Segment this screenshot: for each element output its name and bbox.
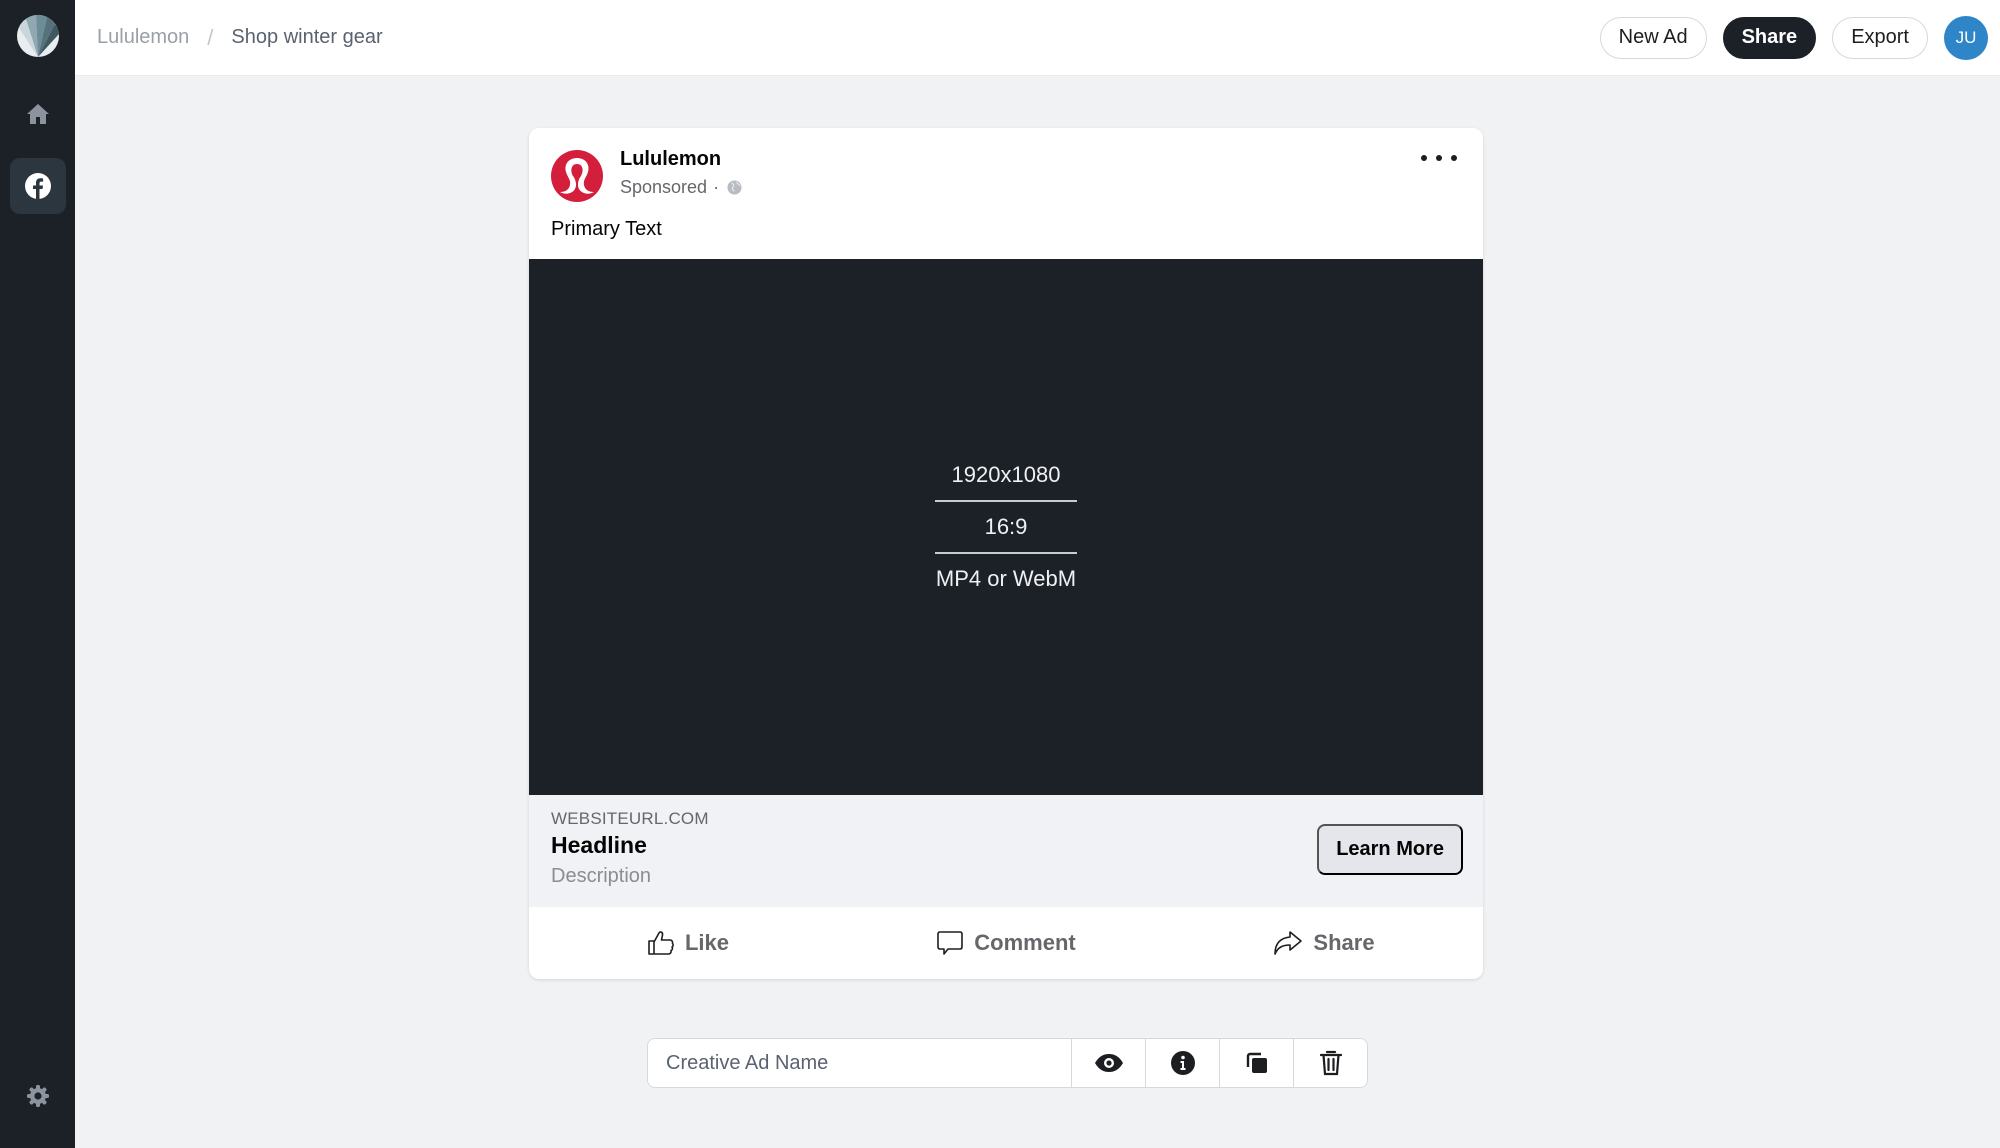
- comment-icon: [937, 931, 964, 955]
- info-button[interactable]: [1145, 1039, 1219, 1087]
- info-icon: [1170, 1051, 1195, 1075]
- sidebar-item-settings[interactable]: [10, 1068, 66, 1124]
- sponsored-separator: ·: [713, 177, 720, 197]
- description[interactable]: Description: [551, 865, 651, 888]
- home-icon: [26, 104, 49, 124]
- sidebar-item-facebook[interactable]: [9, 158, 66, 214]
- dot: [1421, 155, 1427, 161]
- share-arrow-icon: [1274, 931, 1303, 955]
- share-label: Share: [1313, 930, 1375, 955]
- media-placeholder[interactable]: 1920x1080 16:9 MP4 or WebM: [529, 259, 1483, 795]
- engagement-actions: Like Comment Share: [529, 907, 1483, 979]
- breadcrumb-current: Shop winter gear: [231, 26, 383, 48]
- sidebar: [0, 0, 75, 1148]
- ad-preview-card: Lululemon Sponsored · Primary Text 1920x…: [529, 128, 1483, 979]
- ad-header: Lululemon Sponsored · Primary Text: [529, 128, 1483, 259]
- breadcrumb-root[interactable]: Lululemon: [97, 26, 189, 49]
- thumbs-up-icon: [648, 931, 674, 955]
- globe-icon: [727, 180, 742, 195]
- eye-icon: [1094, 1054, 1123, 1072]
- duplicate-icon: [1246, 1052, 1267, 1073]
- breadcrumb-separator: /: [207, 24, 214, 50]
- sponsored-text: Sponsored: [620, 177, 708, 197]
- media-resolution: 1920x1080: [951, 462, 1061, 487]
- learn-more-button[interactable]: Learn More: [1317, 824, 1463, 875]
- preview-button[interactable]: [1071, 1039, 1145, 1087]
- top-bar: Lululemon / Shop winter gear New Ad Shar…: [75, 0, 2000, 76]
- headline[interactable]: Headline: [551, 832, 647, 859]
- share-button[interactable]: Share: [1722, 16, 1817, 59]
- delete-button[interactable]: [1293, 1039, 1367, 1087]
- more-options-button[interactable]: [1421, 148, 1457, 168]
- app-logo-icon[interactable]: [16, 14, 60, 58]
- like-action[interactable]: Like: [529, 930, 847, 956]
- duplicate-button[interactable]: [1219, 1039, 1293, 1087]
- share-action[interactable]: Share: [1165, 930, 1483, 956]
- new-ad-button[interactable]: New Ad: [1599, 16, 1707, 59]
- dot: [1451, 155, 1457, 161]
- header-actions: New Ad Share Export JU: [1599, 15, 1988, 60]
- gear-icon: [26, 1085, 49, 1107]
- like-label: Like: [684, 930, 730, 955]
- media-formats: MP4 or WebM: [935, 566, 1077, 591]
- facebook-icon: [24, 173, 51, 199]
- dot: [1436, 155, 1442, 161]
- comment-action[interactable]: Comment: [847, 929, 1165, 957]
- media-aspect-ratio: 16:9: [984, 514, 1028, 539]
- avatar[interactable]: JU: [1944, 15, 1988, 60]
- website-url[interactable]: WEBSITEURL.COM: [551, 809, 709, 829]
- sidebar-item-home[interactable]: [10, 86, 66, 142]
- creative-ad-name-input[interactable]: [648, 1039, 1071, 1087]
- brand-name[interactable]: Lululemon: [620, 148, 721, 171]
- brand-logo-icon: [551, 150, 603, 202]
- export-button[interactable]: Export: [1832, 16, 1928, 59]
- breadcrumb: Lululemon / Shop winter gear: [97, 25, 383, 51]
- sponsored-label: Sponsored ·: [620, 177, 742, 198]
- primary-text[interactable]: Primary Text: [551, 218, 662, 241]
- ad-toolbar: [647, 1038, 1368, 1088]
- comment-label: Comment: [974, 930, 1076, 955]
- trash-icon: [1319, 1050, 1342, 1076]
- link-bar: WEBSITEURL.COM Headline Description Lear…: [529, 795, 1483, 907]
